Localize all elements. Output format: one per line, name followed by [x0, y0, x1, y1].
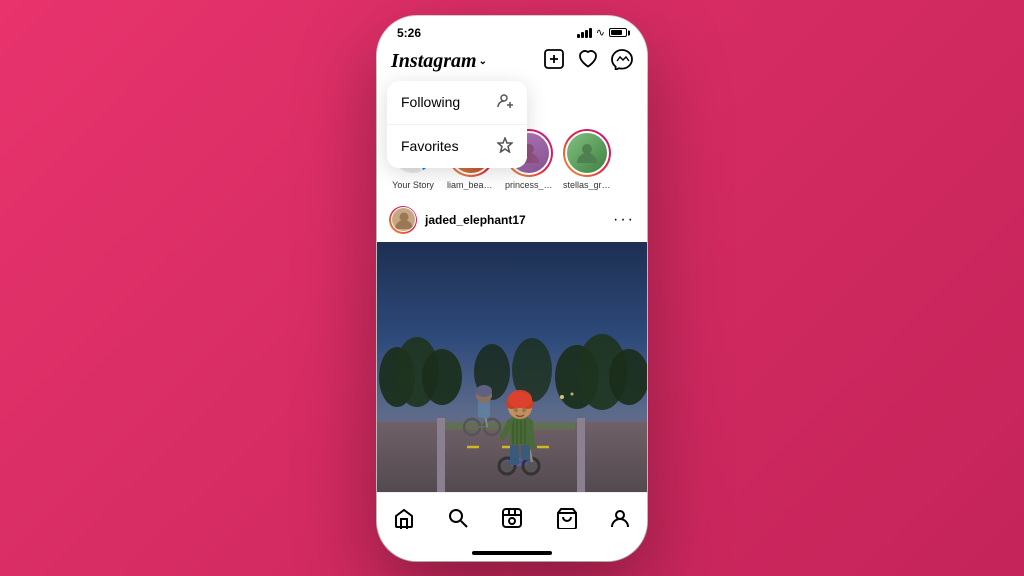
dropdown-following[interactable]: Following: [387, 81, 527, 125]
status-icons: ∿: [577, 26, 627, 39]
app-header: Instagram ⌄: [377, 44, 647, 81]
messenger-icon[interactable]: [611, 48, 633, 75]
nav-shop-icon[interactable]: [547, 503, 585, 539]
nav-reels-icon[interactable]: [493, 503, 531, 539]
wifi-icon: ∿: [596, 26, 605, 39]
signal-icon: [577, 28, 592, 38]
post-image: [377, 242, 647, 492]
add-post-icon[interactable]: [543, 48, 565, 75]
status-time: 5:26: [397, 26, 421, 40]
post-user-info[interactable]: jaded_elephant17: [389, 206, 526, 234]
post-user-avatar: [389, 206, 417, 234]
nav-profile-icon[interactable]: [601, 503, 639, 539]
instagram-logo[interactable]: Instagram ⌄: [391, 50, 487, 73]
feed-filter-dropdown: Following Favorites: [387, 81, 527, 168]
post-container: jaded_elephant17 ···: [377, 198, 647, 492]
header-icons: [543, 48, 633, 75]
nav-search-icon[interactable]: [439, 503, 477, 539]
person-add-icon: [497, 93, 513, 112]
bottom-navigation: [377, 492, 647, 547]
battery-icon: [609, 28, 627, 37]
heart-icon[interactable]: [577, 48, 599, 75]
post-more-button[interactable]: ···: [613, 211, 635, 229]
story-item-stellas[interactable]: stellas_gr0...: [563, 129, 611, 190]
phone-frame: 5:26 ∿ Instagram ⌄: [377, 16, 647, 561]
post-header: jaded_elephant17 ···: [377, 198, 647, 242]
post-username: jaded_elephant17: [425, 213, 526, 227]
logo-dropdown-arrow[interactable]: ⌄: [479, 56, 487, 67]
star-icon: [497, 137, 513, 156]
home-indicator: [377, 547, 647, 561]
dropdown-favorites[interactable]: Favorites: [387, 125, 527, 168]
status-bar: 5:26 ∿: [377, 16, 647, 44]
nav-home-icon[interactable]: [385, 503, 423, 539]
